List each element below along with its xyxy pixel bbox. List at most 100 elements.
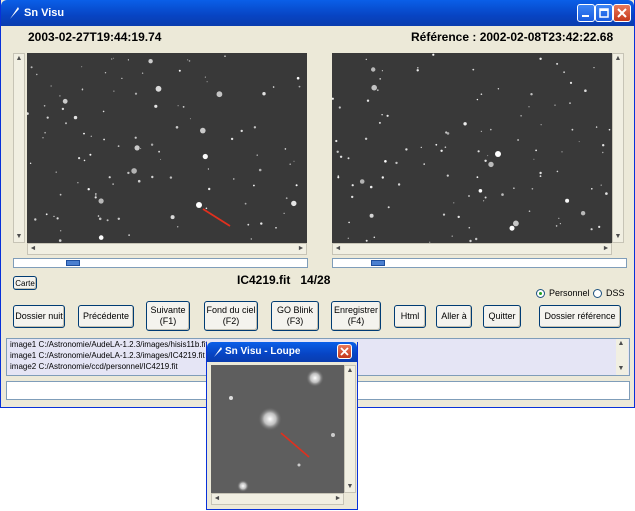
loupe-hscroll[interactable]: ◄ ► xyxy=(211,493,344,505)
star xyxy=(387,206,390,209)
star xyxy=(202,153,208,160)
star xyxy=(207,168,209,170)
star xyxy=(513,220,519,227)
star xyxy=(189,118,191,120)
log-vscroll[interactable]: ▲ ▼ xyxy=(616,339,628,375)
dossier-nuit-button[interactable]: Dossier nuit xyxy=(13,305,65,328)
feather-icon xyxy=(214,347,222,357)
loupe-image[interactable] xyxy=(211,365,348,493)
scroll-left-icon[interactable]: ◄ xyxy=(28,244,38,254)
star xyxy=(113,90,115,92)
loupe-title-bar[interactable]: Sn Visu - Loupe xyxy=(207,342,357,362)
precedente-button[interactable]: Précédente xyxy=(78,305,134,328)
star xyxy=(463,122,467,126)
close-icon xyxy=(617,8,627,18)
star xyxy=(556,170,559,173)
scroll-up-icon[interactable]: ▲ xyxy=(613,54,623,64)
star xyxy=(187,59,189,61)
image-panel-reference[interactable] xyxy=(332,53,612,243)
star xyxy=(480,130,483,133)
star xyxy=(490,128,492,131)
left-slider-thumb[interactable] xyxy=(66,260,80,266)
scroll-down-icon[interactable]: ▼ xyxy=(613,232,623,242)
star xyxy=(113,57,115,59)
right-image-hscroll[interactable]: ◄ ► xyxy=(332,243,612,255)
scroll-left-icon[interactable]: ◄ xyxy=(212,494,222,504)
scroll-right-icon[interactable]: ► xyxy=(601,244,611,254)
suivante-button[interactable]: Suivante (F1) xyxy=(146,301,190,331)
scroll-right-icon[interactable]: ► xyxy=(333,494,343,504)
star xyxy=(244,202,247,205)
star xyxy=(90,135,92,137)
maximize-button[interactable] xyxy=(595,4,613,22)
enregistrer-button[interactable]: Enregistrer (F4) xyxy=(331,301,381,331)
star xyxy=(59,193,62,196)
loupe-window[interactable]: Sn Visu - Loupe ▲ ▼ ◄ ► xyxy=(206,342,358,510)
star xyxy=(83,159,86,162)
star xyxy=(233,178,235,180)
scroll-down-icon[interactable]: ▼ xyxy=(14,232,24,242)
star xyxy=(451,235,453,237)
star xyxy=(556,62,559,65)
star xyxy=(250,238,252,240)
left-image-vscroll[interactable]: ▲ ▼ xyxy=(13,53,25,243)
scroll-up-icon[interactable]: ▲ xyxy=(14,54,24,64)
star xyxy=(89,153,92,156)
star xyxy=(347,157,350,160)
carte-button[interactable]: Carte xyxy=(13,276,37,290)
star xyxy=(595,126,598,128)
star xyxy=(275,227,277,229)
scroll-down-icon[interactable]: ▼ xyxy=(616,364,626,374)
star xyxy=(432,53,435,56)
star xyxy=(369,213,374,218)
star xyxy=(177,226,179,228)
close-button[interactable] xyxy=(613,4,631,22)
star xyxy=(420,146,422,149)
star xyxy=(178,69,181,72)
star xyxy=(442,213,446,216)
image-panel-current[interactable] xyxy=(27,53,307,243)
title-bar[interactable]: Sn Visu xyxy=(1,0,634,26)
star xyxy=(602,151,604,154)
radio-personnel[interactable] xyxy=(536,289,545,298)
scroll-up-icon[interactable]: ▲ xyxy=(345,366,355,376)
star xyxy=(591,188,593,190)
quitter-button[interactable]: Quitter xyxy=(483,305,521,328)
minimize-button[interactable] xyxy=(577,4,595,22)
star xyxy=(98,198,104,204)
dossier-reference-button[interactable]: Dossier référence xyxy=(539,305,621,328)
star xyxy=(366,99,370,102)
scroll-right-icon[interactable]: ► xyxy=(296,244,306,254)
star xyxy=(151,175,154,179)
html-button[interactable]: Html xyxy=(394,305,426,328)
right-zoom-slider[interactable] xyxy=(332,258,627,268)
star xyxy=(117,217,121,220)
aller-a-button[interactable]: Aller à xyxy=(436,305,472,328)
scroll-down-icon[interactable]: ▼ xyxy=(345,482,355,492)
star xyxy=(472,68,475,71)
scroll-up-icon[interactable]: ▲ xyxy=(616,339,626,349)
star xyxy=(98,235,104,240)
loupe-vscroll[interactable]: ▲ ▼ xyxy=(344,365,356,493)
right-image-vscroll[interactable]: ▲ ▼ xyxy=(612,53,624,243)
scroll-left-icon[interactable]: ◄ xyxy=(333,244,343,254)
star xyxy=(87,188,90,191)
star xyxy=(285,197,288,200)
star xyxy=(43,105,46,107)
star xyxy=(539,175,542,177)
left-image-hscroll[interactable]: ◄ ► xyxy=(27,243,307,255)
star xyxy=(256,154,258,156)
fond-du-ciel-button[interactable]: Fond du ciel (F2) xyxy=(204,301,258,331)
star xyxy=(289,163,292,165)
star xyxy=(237,480,249,492)
star xyxy=(397,183,401,186)
right-slider-thumb[interactable] xyxy=(371,260,385,266)
radio-dss-label[interactable]: DSS xyxy=(606,288,625,298)
star xyxy=(121,77,123,79)
radio-personnel-label[interactable]: Personnel xyxy=(549,288,590,298)
go-blink-button[interactable]: GO Blink (F3) xyxy=(271,301,319,331)
left-zoom-slider[interactable] xyxy=(13,258,308,268)
radio-dss[interactable] xyxy=(593,289,602,298)
star xyxy=(134,92,138,95)
loupe-close-button[interactable] xyxy=(337,344,352,359)
